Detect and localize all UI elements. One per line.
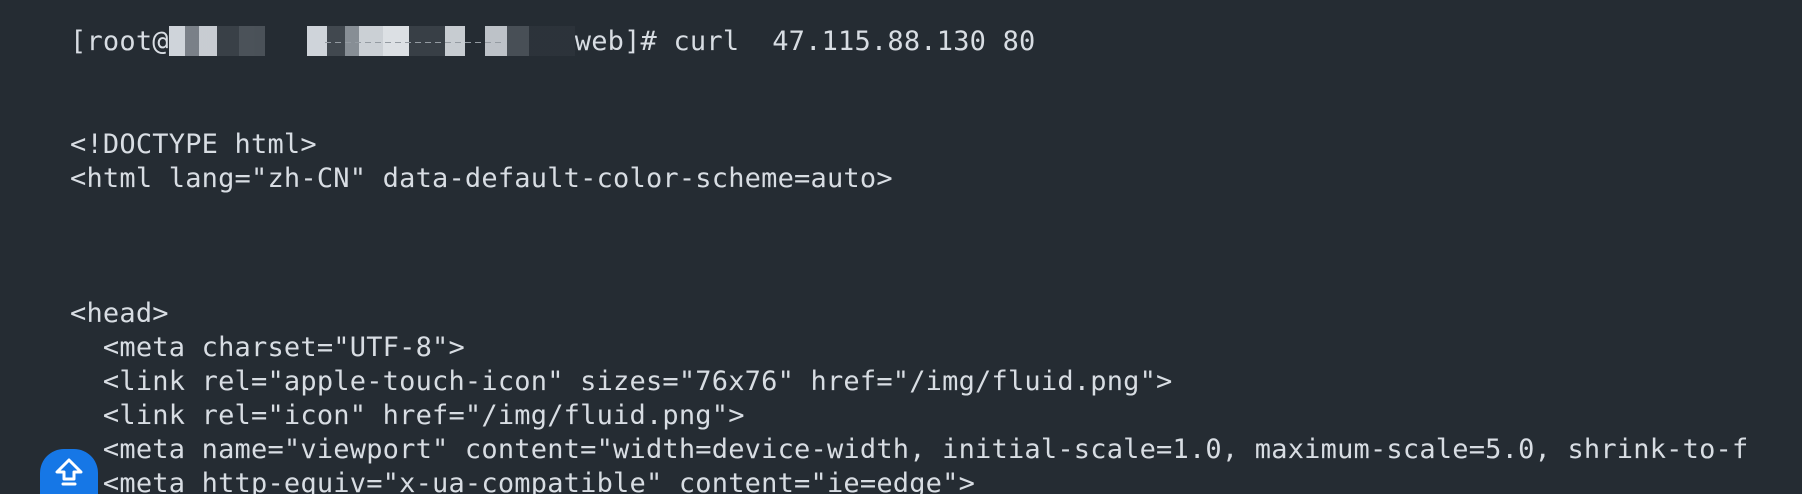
prompt-prefix: [root@ — [70, 26, 169, 57]
output-line: <!DOCTYPE html> — [70, 129, 317, 160]
redacted-hostname — [168, 26, 575, 56]
output-line: <meta name="viewport" content="width=dev… — [70, 434, 1749, 465]
output-line: <link rel="apple-touch-icon" sizes="76x7… — [70, 366, 1173, 397]
output-line: <head> — [70, 298, 169, 329]
command-text: curl 47.115.88.130 80 — [673, 26, 1036, 57]
scroll-to-top-button[interactable] — [40, 449, 98, 494]
output-line: <meta http-equiv="x-ua-compatible" conte… — [70, 468, 976, 494]
output-line: <html lang="zh-CN" data-default-color-sc… — [70, 163, 893, 194]
arrow-up-icon — [55, 458, 83, 486]
output-line: <meta charset="UTF-8"> — [70, 332, 465, 363]
command-line: [root@ web]# curl 47.115.88.130 80 — [70, 25, 1036, 59]
terminal-window[interactable]: [root@ web]# curl 47.115.88.130 80 <!DOCT… — [0, 0, 1802, 494]
prompt-suffix: web]# — [574, 26, 674, 57]
output-line: <link rel="icon" href="/img/fluid.png"> — [70, 400, 745, 431]
